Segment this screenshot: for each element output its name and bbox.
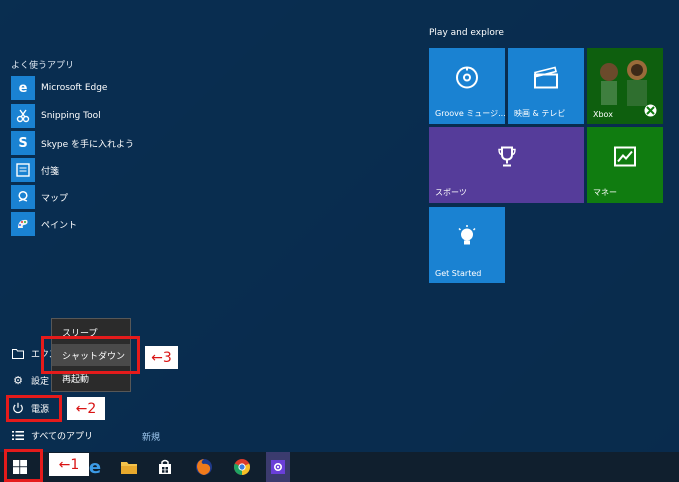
tile-movies-tv[interactable]: 映画 & テレビ xyxy=(508,48,584,124)
taskbar-settings-app[interactable] xyxy=(266,452,290,482)
taskbar-file-explorer[interactable] xyxy=(116,452,142,482)
taskbar: e xyxy=(0,452,679,482)
callout-1: ←1 xyxy=(49,453,89,476)
highlight-start-button xyxy=(4,449,43,482)
paint-icon xyxy=(11,212,35,236)
tiles-group-label: Play and explore xyxy=(429,28,504,38)
app-snipping-tool[interactable]: Snipping Tool xyxy=(11,104,311,128)
edge-icon: e xyxy=(11,76,35,100)
highlight-power-button xyxy=(6,395,62,422)
groove-music-icon xyxy=(455,65,479,94)
gear-icon: ⚙ xyxy=(13,373,23,387)
app-name: Skype を手に入れよう xyxy=(41,139,135,150)
tile-label: スポーツ xyxy=(435,188,467,197)
taskbar-chrome[interactable] xyxy=(228,452,256,482)
folder-icon xyxy=(11,346,25,360)
tile-sports[interactable]: スポーツ xyxy=(429,127,584,203)
tile-groove-music[interactable]: Groove ミュージ... xyxy=(429,48,505,124)
app-maps[interactable]: マップ xyxy=(11,185,311,209)
most-used-label: よく使うアプリ xyxy=(11,61,75,71)
tile-xbox[interactable]: Xbox xyxy=(587,48,663,124)
app-sticky-notes[interactable]: 付箋 xyxy=(11,158,311,182)
app-paint[interactable]: ペイント xyxy=(11,212,311,236)
app-name: マップ xyxy=(41,193,69,204)
firefox-icon xyxy=(196,459,212,475)
callout-2: ←2 xyxy=(67,397,105,420)
app-skype[interactable]: S Skype を手に入れよう xyxy=(11,131,311,155)
app-microsoft-edge[interactable]: e Microsoft Edge xyxy=(11,76,311,100)
app-name: Snipping Tool xyxy=(41,111,101,121)
tiles-area: Play and explore Groove ミュージ... 映画 & テレビ xyxy=(418,0,679,452)
list-icon xyxy=(11,428,25,442)
app-name: ペイント xyxy=(41,220,78,231)
app-name: Microsoft Edge xyxy=(41,83,108,93)
lightbulb-icon xyxy=(456,224,478,253)
tile-label: Groove ミュージ... xyxy=(435,109,505,118)
tile-label: Xbox xyxy=(593,110,613,119)
tile-label: マネー xyxy=(593,188,617,197)
start-menu: よく使うアプリ e Microsoft Edge Snipping Tool S… xyxy=(0,0,679,452)
tile-label: Get Started xyxy=(435,269,482,278)
highlight-shutdown-option xyxy=(41,336,140,374)
new-badge: 新規 xyxy=(142,433,161,443)
xbox-icon xyxy=(644,104,657,120)
movies-tv-icon xyxy=(533,66,559,93)
start-menu-left-column: よく使うアプリ e Microsoft Edge Snipping Tool S… xyxy=(0,0,418,452)
app-name: 付箋 xyxy=(41,166,60,177)
taskbar-firefox[interactable] xyxy=(190,452,218,482)
sticky-notes-icon xyxy=(11,158,35,182)
skype-icon: S xyxy=(11,131,35,155)
tile-money[interactable]: マネー xyxy=(587,127,663,203)
chrome-icon xyxy=(233,459,251,475)
tile-label: 映画 & テレビ xyxy=(514,109,566,118)
tile-get-started[interactable]: Get Started xyxy=(429,207,505,283)
all-apps-label: すべてのアプリ xyxy=(31,431,94,442)
callout-3: ←3 xyxy=(145,346,178,369)
edge-icon: e xyxy=(88,456,102,478)
money-chart-icon xyxy=(614,146,636,171)
taskbar-store[interactable] xyxy=(152,452,178,482)
all-apps-item[interactable]: すべてのアプリ xyxy=(11,425,93,445)
settings-label: 設定 xyxy=(31,376,50,387)
scissors-icon xyxy=(11,104,35,128)
store-bag-icon xyxy=(159,459,171,474)
maps-icon xyxy=(11,185,35,209)
settings-gear-icon xyxy=(271,460,285,474)
folder-icon xyxy=(121,461,137,474)
trophy-icon xyxy=(497,145,517,172)
